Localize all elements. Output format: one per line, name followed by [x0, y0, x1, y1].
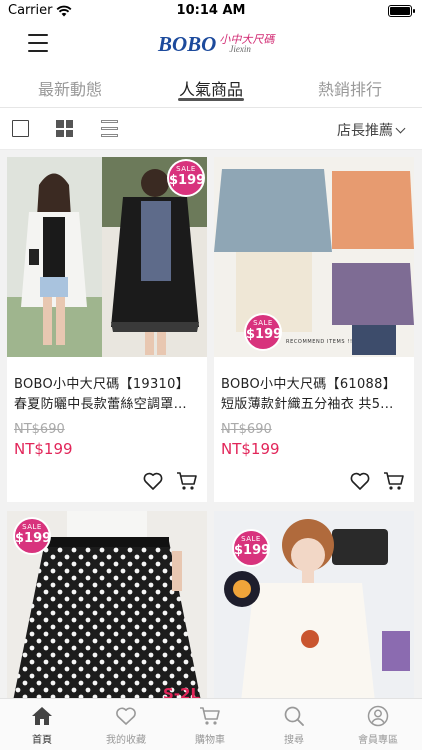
menu-button[interactable] — [28, 34, 48, 52]
product-photo — [214, 157, 414, 357]
product-grid: SALE $199 BOBO小中大尺碼【19310】春夏防曬中長款蕾絲空調罩衫.… — [0, 150, 422, 698]
tab-home-label: 首頁 — [32, 735, 52, 746]
single-view-icon[interactable] — [12, 120, 29, 137]
tab-search[interactable]: 搜尋 — [252, 705, 336, 746]
logo-main-text: BOBO — [158, 32, 217, 56]
product-image[interactable]: SALE $199 — [7, 157, 207, 357]
tab-member-label: 會員專區 — [358, 735, 398, 746]
heart-icon — [116, 707, 136, 725]
menu-line — [28, 42, 48, 44]
product-card[interactable]: SALE $199 RECOMMEND ITEMS !! BOBO小中大尺碼【6… — [214, 157, 414, 502]
sort-dropdown[interactable]: 店長推薦 — [337, 120, 406, 140]
product-title[interactable]: BOBO小中大尺碼【61088】短版薄款針織五分袖衣 共5... — [221, 375, 407, 415]
tab-cart[interactable]: 購物車 — [168, 705, 252, 746]
cart-icon[interactable] — [175, 469, 199, 493]
tab-member[interactable]: 會員專區 — [336, 705, 420, 746]
sale-badge: SALE $199 — [234, 531, 270, 565]
tab-favorites-label: 我的收藏 — [106, 735, 146, 746]
chevron-down-icon — [395, 123, 406, 133]
logo-side: 小中大尺碼 Jiexin — [219, 30, 274, 58]
menu-line — [28, 34, 48, 36]
cart-icon — [200, 707, 220, 725]
sale-price: NT$199 — [14, 440, 73, 458]
status-time: 10:14 AM — [176, 3, 246, 18]
sale-badge: SALE $199 — [246, 315, 282, 349]
list-view-icon[interactable] — [101, 120, 118, 137]
tab-home[interactable]: 首頁 — [0, 705, 84, 746]
sale-price: NT$199 — [221, 440, 280, 458]
tab-best-sellers[interactable]: 熱銷排行 — [318, 76, 382, 100]
logo-en-text: Jiexin — [229, 44, 251, 54]
original-price: NT$690 — [14, 422, 65, 437]
product-card[interactable]: SALE $199 BOBO小中大尺碼【19310】春夏防曬中長款蕾絲空調罩衫.… — [7, 157, 207, 502]
image-caption: RECOMMEND ITEMS !! — [286, 339, 353, 345]
status-bar: Carrier 10:14 AM — [0, 0, 422, 22]
product-image[interactable]: SALE $199 S-2L — [7, 511, 207, 698]
search-icon — [284, 706, 304, 726]
battery-icon — [388, 5, 415, 17]
home-icon — [32, 707, 52, 725]
category-tabs: 最新動態 人氣商品 熱銷排行 — [0, 66, 422, 108]
sort-label: 店長推薦 — [337, 123, 393, 139]
product-card[interactable]: SALE $199 S-2L — [7, 511, 207, 698]
grid-view-icon[interactable] — [56, 120, 73, 137]
heart-icon[interactable] — [348, 469, 372, 493]
size-tag: S-2L — [163, 685, 201, 698]
user-icon — [367, 705, 389, 727]
heart-icon[interactable] — [141, 469, 165, 493]
product-image[interactable]: SALE $199 — [214, 511, 414, 698]
sale-badge: SALE $199 — [15, 519, 51, 553]
menu-line — [28, 50, 48, 52]
tab-popular[interactable]: 人氣商品 — [179, 76, 243, 100]
product-image[interactable]: SALE $199 RECOMMEND ITEMS !! — [214, 157, 414, 357]
product-title[interactable]: BOBO小中大尺碼【19310】春夏防曬中長款蕾絲空調罩衫... — [14, 375, 200, 415]
tab-cart-label: 購物車 — [195, 735, 225, 746]
active-tab-indicator — [178, 98, 244, 101]
original-price: NT$690 — [221, 422, 272, 437]
bottom-tab-bar: 首頁 我的收藏 購物車 搜尋 會員專區 — [0, 698, 422, 750]
tab-latest[interactable]: 最新動態 — [38, 76, 102, 100]
cart-icon[interactable] — [382, 469, 406, 493]
nav-bar: BOBO 小中大尺碼 Jiexin — [0, 22, 422, 66]
sale-badge: SALE $199 — [169, 161, 205, 195]
product-card[interactable]: SALE $199 — [214, 511, 414, 698]
tab-search-label: 搜尋 — [284, 735, 304, 746]
view-toolbar: 店長推薦 — [0, 108, 422, 150]
tab-favorites[interactable]: 我的收藏 — [84, 705, 168, 746]
brand-logo[interactable]: BOBO 小中大尺碼 Jiexin — [158, 30, 274, 58]
